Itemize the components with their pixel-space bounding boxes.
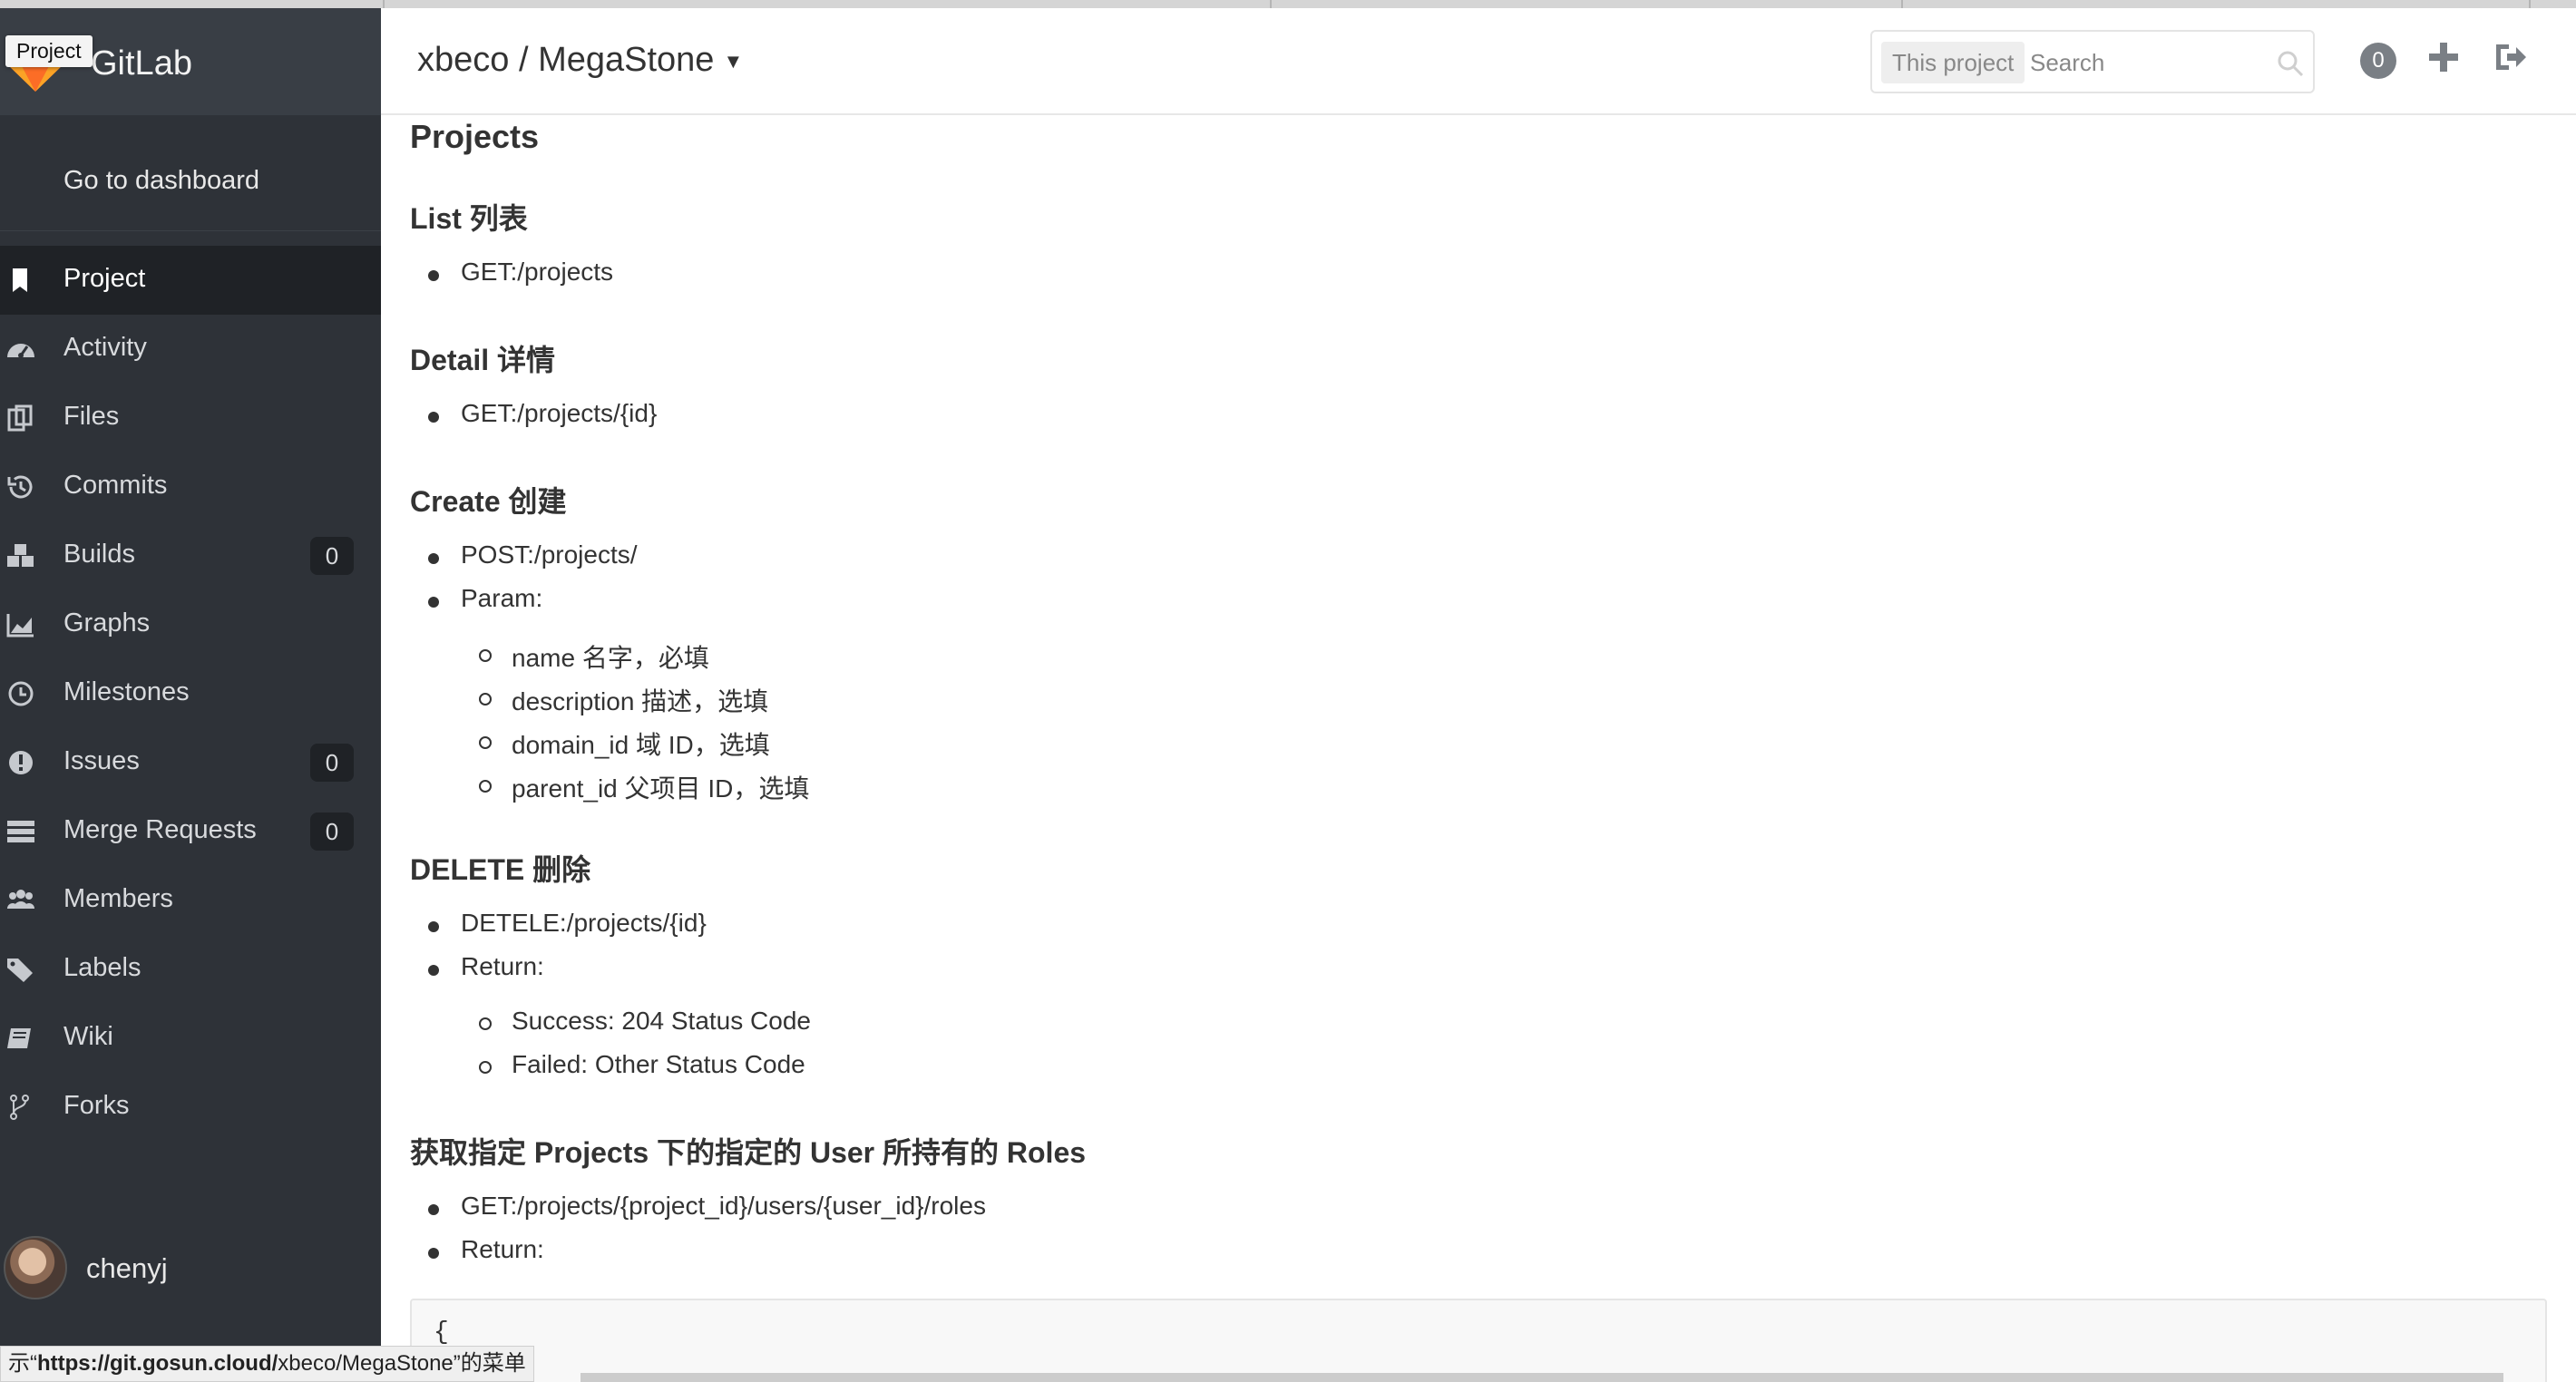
sidebar-item-label: Labels [63, 953, 141, 982]
list-item: GET:/projects [427, 258, 614, 286]
sidebar-item-label: Files [63, 402, 120, 431]
go-to-dashboard-link[interactable]: Go to dashboard [0, 115, 381, 231]
code-block: { [410, 1299, 2547, 1382]
sidebar-item-graphs[interactable]: Graphs [0, 590, 381, 659]
sidebar-item-label: Project [63, 264, 146, 293]
sidebar-item-label: Commits [63, 471, 168, 500]
bookmark-icon [5, 267, 36, 294]
username[interactable]: chenyj [86, 1252, 168, 1285]
sub-list-item: Success: 204 Status Code [479, 1007, 811, 1035]
merge-requests-count-badge: 0 [310, 813, 354, 851]
sidebar-item-issues[interactable]: Issues 0 [0, 728, 381, 797]
sub-list-item: domain_id 域 ID，选填 [479, 725, 770, 762]
sidebar-item-activity[interactable]: Activity [0, 315, 381, 384]
area-chart-icon [5, 611, 36, 638]
sidebar-item-wiki[interactable]: Wiki [0, 1004, 381, 1073]
sidebar-item-label: Merge Requests [63, 815, 257, 844]
section-heading-delete: DELETE 删除 [410, 853, 591, 886]
sidebar-item-builds[interactable]: Builds 0 [0, 521, 381, 590]
code-fork-icon [5, 1094, 36, 1121]
list-item: Param: [427, 584, 543, 612]
list-item: Return: [428, 1235, 544, 1263]
section-heading-create: Create 创建 [410, 485, 567, 518]
list-item: Return: [428, 952, 544, 980]
sidebar-item-label: Wiki [63, 1022, 113, 1051]
list-item: GET:/projects/{project_id}/users/{user_i… [428, 1192, 986, 1220]
tasks-icon [5, 818, 36, 845]
book-icon [5, 1025, 36, 1052]
search-input[interactable]: Search [2030, 42, 2104, 83]
browser-tab[interactable] [1903, 0, 2531, 8]
issues-count-badge: 0 [310, 744, 354, 782]
sidebar-item-forks[interactable]: Forks [0, 1073, 381, 1142]
project-tooltip: Project [5, 35, 93, 67]
tags-icon [5, 956, 36, 983]
clock-icon [5, 680, 36, 707]
sub-list-item: description 描述，选填 [478, 682, 768, 718]
section-heading-detail: Detail 详情 [410, 344, 556, 376]
sidebar: GitLab Project Go to dashboard Project A… [0, 8, 381, 1382]
list-item: DETELE:/projects/{id} [428, 909, 707, 937]
browser-tab-strip [0, 0, 2576, 8]
browser-tab[interactable] [385, 0, 1272, 8]
dashboard-gauge-icon [5, 336, 36, 363]
list-item: GET:/projects/{id} [427, 399, 658, 427]
window-bottom-edge [581, 1373, 2503, 1382]
sidebar-item-labels[interactable]: Labels [0, 935, 381, 1004]
sign-out-icon[interactable] [2493, 39, 2529, 75]
status-suffix: ”的菜单 [453, 1351, 526, 1376]
sidebar-item-label: Graphs [63, 608, 151, 637]
sidebar-item-label: Forks [63, 1091, 130, 1120]
cubes-icon [5, 542, 36, 569]
sidebar-item-label: Members [63, 884, 173, 913]
sidebar-item-milestones[interactable]: Milestones [0, 659, 381, 728]
status-prefix: 示“ [8, 1351, 37, 1376]
sub-list-item: Failed: Other Status Code [479, 1050, 805, 1078]
chevron-down-icon[interactable]: ▼ [723, 50, 743, 73]
users-icon [5, 887, 36, 914]
list-item: POST:/projects/ [428, 540, 638, 569]
sidebar-item-project[interactable]: Project [0, 246, 381, 315]
page-header: xbeco / MegaStone ▼ This project Search 0 [381, 8, 2576, 115]
files-icon [5, 404, 36, 432]
status-url-host: https://git.gosun.cloud/ [37, 1351, 278, 1376]
search-icon[interactable] [2275, 48, 2306, 79]
sidebar-item-members[interactable]: Members [0, 866, 381, 935]
browser-tab[interactable] [0, 0, 385, 8]
plus-icon[interactable] [2425, 39, 2462, 75]
sidebar-item-label: Activity [63, 333, 147, 362]
sidebar-item-merge-requests[interactable]: Merge Requests 0 [0, 797, 381, 866]
sidebar-item-files[interactable]: Files [0, 384, 381, 453]
breadcrumb[interactable]: xbeco / MegaStone ▼ [417, 41, 743, 80]
search-scope-badge: This project [1881, 42, 2025, 83]
section-heading-list: List 列表 [410, 202, 528, 235]
code-line: { [434, 1319, 449, 1347]
sidebar-item-label: Issues [63, 746, 140, 775]
exclamation-circle-icon [5, 749, 36, 776]
current-user[interactable]: chenyj [0, 1214, 381, 1341]
builds-count-badge: 0 [310, 537, 354, 575]
page-title: Projects [410, 118, 540, 155]
sub-list-item: name 名字，必填 [479, 638, 709, 675]
section-heading-roles: 获取指定 Projects 下的指定的 User 所持有的 Roles [410, 1136, 1087, 1169]
search-box[interactable]: This project Search [1870, 30, 2315, 93]
todos-count-badge[interactable]: 0 [2360, 43, 2396, 79]
link-status-bar: 示“https://git.gosun.cloud/xbeco/MegaSton… [0, 1346, 534, 1382]
sidebar-item-label: Milestones [63, 677, 190, 706]
status-url-path: xbeco/MegaStone [278, 1351, 454, 1376]
sidebar-item-commits[interactable]: Commits [0, 453, 381, 521]
sidebar-header: GitLab Project [0, 8, 381, 115]
go-to-dashboard-label: Go to dashboard [63, 166, 260, 195]
project-path[interactable]: xbeco / MegaStone [417, 41, 714, 79]
history-icon [5, 473, 36, 501]
sidebar-item-label: Builds [63, 540, 135, 569]
sub-list-item: parent_id 父项目 ID，选填 [478, 769, 809, 805]
brand-name[interactable]: GitLab [91, 44, 192, 83]
browser-tab[interactable] [1272, 0, 1903, 8]
avatar[interactable] [4, 1236, 67, 1299]
project-nav: Project Activity Files Commits Builds 0 … [0, 246, 381, 1142]
